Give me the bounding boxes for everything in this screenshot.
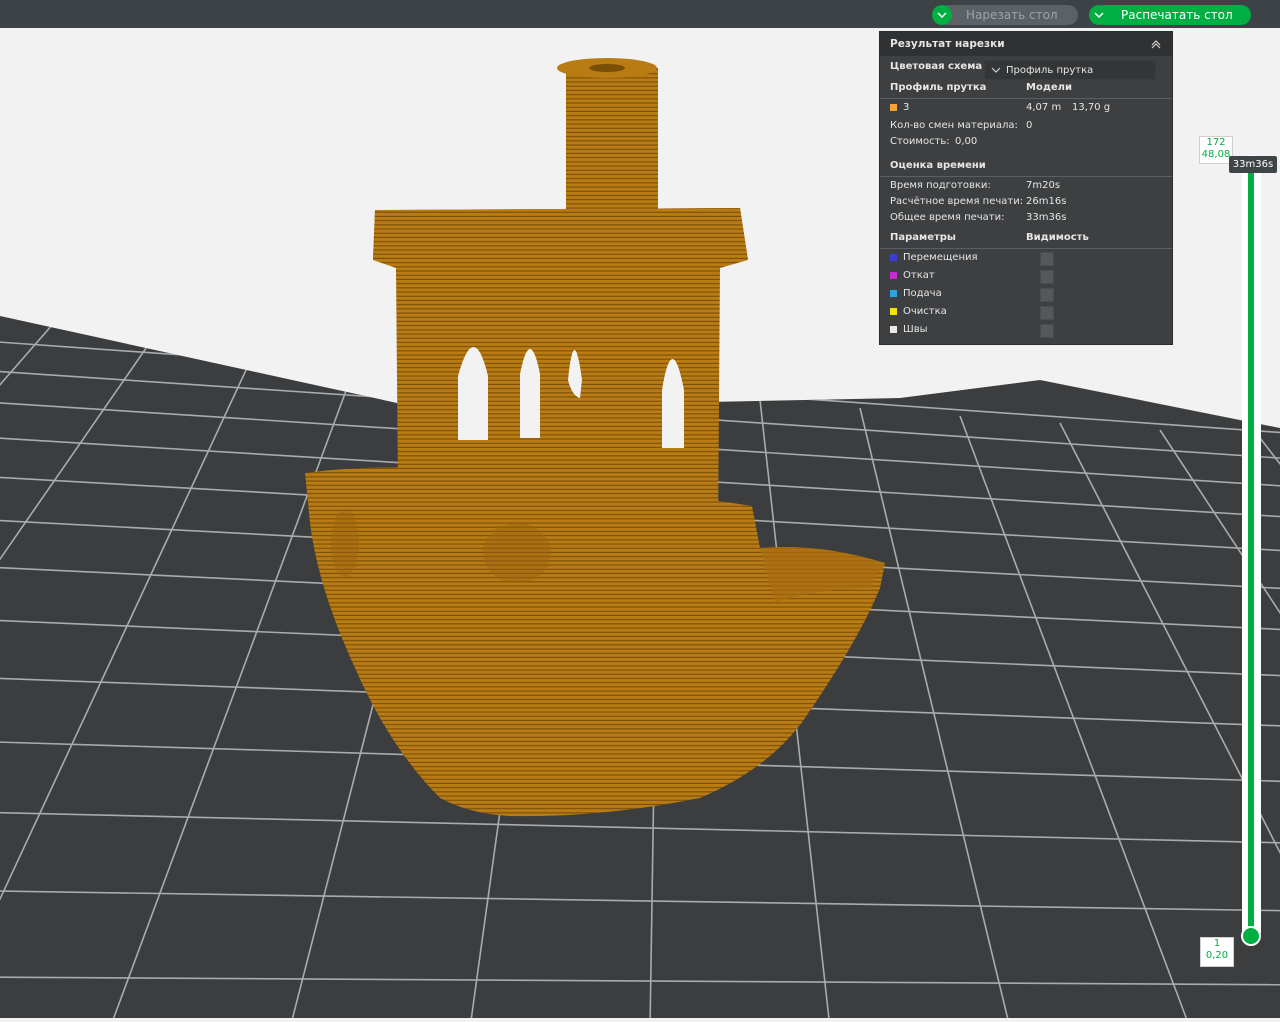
col-models-header: Модели (1026, 82, 1073, 93)
filament-weight: 13,70 g (1072, 102, 1111, 113)
param-label: Перемещения (903, 252, 978, 263)
material-changes-value: 0 (1026, 120, 1033, 131)
color-scheme-value: Профиль прутка (1006, 64, 1094, 76)
filament-color-swatch (890, 103, 897, 111)
visibility-checkbox[interactable] (1040, 306, 1054, 320)
visibility-title: Видимость (1026, 232, 1089, 243)
top-layer-height: 48,08 (1201, 149, 1231, 160)
panel-title: Результат нарезки (890, 38, 1005, 50)
visibility-checkbox[interactable] (1040, 288, 1054, 302)
est-print-time-value: 26m16s (1026, 196, 1067, 207)
print-dropdown-button[interactable] (1089, 4, 1109, 25)
param-row-seams: Швы (890, 324, 1164, 338)
prep-time-value: 7m20s (1026, 180, 1061, 191)
param-label: Очистка (903, 306, 947, 317)
collapse-icon[interactable] (1150, 39, 1162, 49)
slice-result-panel: Результат нарезки Цветовая схема Профиль… (879, 31, 1173, 345)
panel-header: Результат нарезки (880, 32, 1172, 56)
color-scheme-select[interactable]: Профиль прутка (984, 60, 1156, 80)
time-estimate-title: Оценка времени (890, 160, 986, 171)
param-row-wipe: Очистка (890, 306, 1164, 320)
wipe-swatch (890, 307, 897, 315)
bottom-layer-height: 0,20 (1205, 950, 1229, 961)
param-row-travel: Перемещения (890, 252, 1164, 266)
total-time-value: 33m36s (1026, 212, 1067, 223)
param-row-feed: Подача (890, 288, 1164, 302)
param-label: Откат (903, 270, 935, 281)
visibility-checkbox[interactable] (1040, 252, 1054, 266)
travel-swatch (890, 253, 897, 261)
param-label: Подача (903, 288, 942, 299)
bottom-layer-value: 1 0,20 (1200, 937, 1234, 967)
seams-swatch (890, 325, 897, 333)
print-plate-button[interactable]: Распечатать стол (1103, 4, 1251, 25)
slice-dropdown-button[interactable] (932, 4, 952, 25)
slice-plate-button[interactable]: Нарезать стол (946, 4, 1078, 25)
retract-swatch (890, 271, 897, 279)
chevron-down-icon (1094, 11, 1104, 18)
chevron-down-icon (991, 67, 1001, 73)
chevron-down-icon (937, 11, 947, 18)
layer-slider-range (1248, 170, 1254, 935)
print-time-tooltip: 33m36s (1229, 156, 1277, 173)
param-label: Швы (903, 324, 928, 335)
top-toolbar: Нарезать стол Распечатать стол (0, 0, 1280, 28)
slice-button-group: Нарезать стол (932, 4, 1078, 25)
top-layer-number: 172 (1206, 137, 1226, 148)
feed-swatch (890, 289, 897, 297)
top-layer-value: 172 48,08 (1199, 136, 1233, 164)
visibility-checkbox[interactable] (1040, 270, 1054, 284)
param-row-retract: Откат (890, 270, 1164, 284)
cost-value: 0,00 (955, 136, 978, 147)
bottom-slider-thumb[interactable] (1241, 926, 1261, 946)
filament-name: 3 (903, 102, 910, 113)
bottom-layer-number: 1 (1213, 938, 1221, 949)
print-button-group: Распечатать стол (1089, 4, 1251, 25)
visibility-checkbox[interactable] (1040, 324, 1054, 338)
